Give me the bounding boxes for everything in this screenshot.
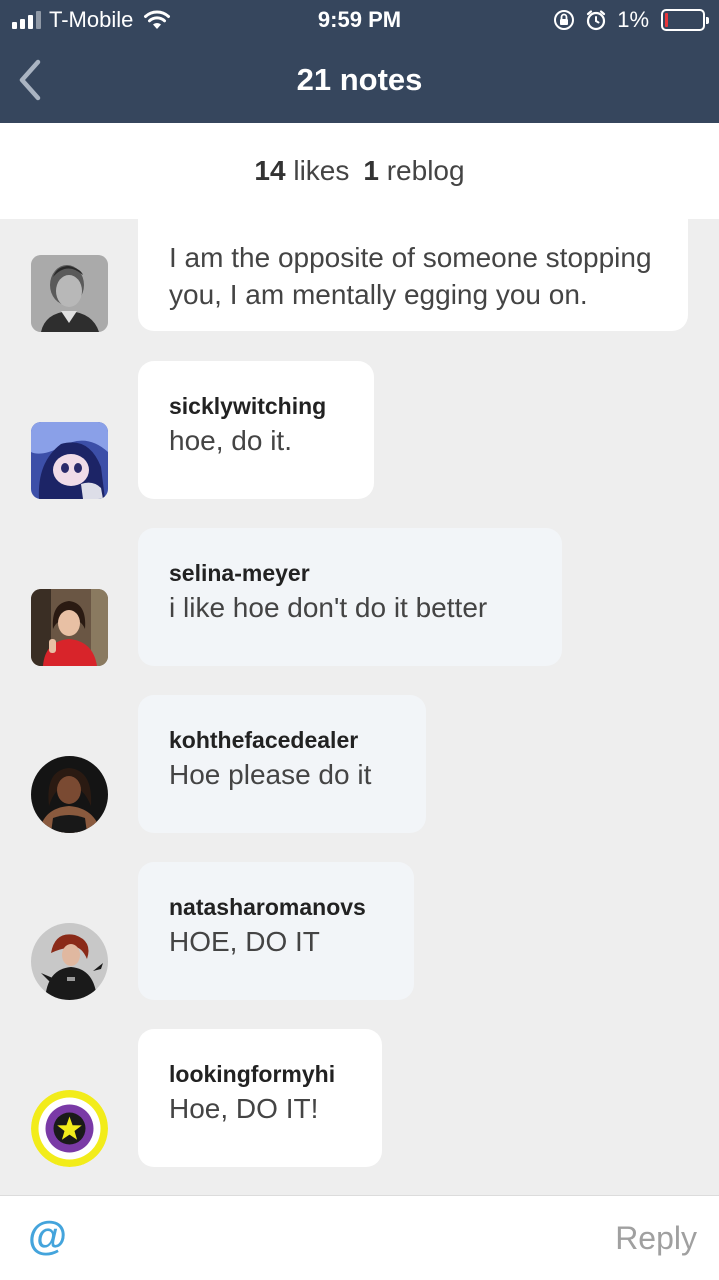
reblogs-label: reblog [386,155,465,186]
likes-tab[interactable]: 14 likes [254,155,349,186]
man-portrait-avatar [31,255,108,332]
status-right: 1% [553,7,709,33]
username[interactable]: sicklywitching [169,391,343,421]
note-text: i like hoe don't do it better [169,592,488,623]
app-header: T-Mobile 9:59 PM 1% 21 notes [0,0,719,123]
avatar[interactable] [31,756,108,833]
avatar[interactable] [31,1090,108,1167]
rotation-lock-icon [554,10,575,30]
avatar[interactable] [31,422,108,499]
note-bubble: kohthefacedealer Hoe please do it [138,695,426,833]
reblogs-tab[interactable]: 1 reblog [363,155,464,186]
page-title: 21 notes [296,62,423,97]
likes-count: 14 [254,155,286,186]
note-bubble: sicklywitching hoe, do it. [138,361,374,499]
username[interactable]: kohthefacedealer [169,725,395,755]
anime-girl-avatar [31,422,108,499]
woman-portrait-avatar [31,756,108,833]
notes-list[interactable]: I am the opposite of someone stopping yo… [0,219,719,1195]
star-emblem-avatar [31,1090,108,1167]
battery-icon [661,9,709,31]
status-bar: T-Mobile 9:59 PM 1% [0,0,719,40]
avatar[interactable] [31,923,108,1000]
note-bubble: I am the opposite of someone stopping yo… [138,219,688,331]
note-bubble: natasharomanovs HOE, DO IT [138,862,414,1000]
username[interactable]: selina-meyer [169,558,531,588]
notes-count-bar: 14 likes 1 reblog [0,123,719,219]
username[interactable]: lookingformyhi [169,1059,351,1089]
note-text-clip: I am the opposite of someone stopping yo… [169,219,669,329]
note-text: Hoe please do it [169,759,372,790]
note-text: HOE, DO IT [169,926,320,957]
nav-bar: 21 notes [0,50,719,112]
note-text: I am the opposite of someone stopping yo… [169,242,652,310]
likes-label: likes [293,155,350,186]
mention-icon[interactable]: @ [28,1214,67,1259]
battery-percent: 1% [617,7,649,32]
note-text: hoe, do it. [169,425,292,456]
battery-level-fill [665,13,668,27]
alarm-icon [587,10,606,31]
avatar[interactable] [31,589,108,666]
reply-bar: @ Reply [0,1195,719,1280]
reblogs-count: 1 [363,155,379,186]
username[interactable]: natasharomanovs [169,892,383,922]
avatar[interactable] [31,255,108,332]
note-bubble: selina-meyer i like hoe don't do it bett… [138,528,562,666]
woman-red-dress-avatar [31,589,108,666]
note-text: Hoe, DO IT! [169,1093,319,1124]
note-bubble: lookingformyhi Hoe, DO IT! [138,1029,382,1167]
black-widow-avatar [31,923,108,1000]
reply-input[interactable]: Reply [615,1220,697,1257]
